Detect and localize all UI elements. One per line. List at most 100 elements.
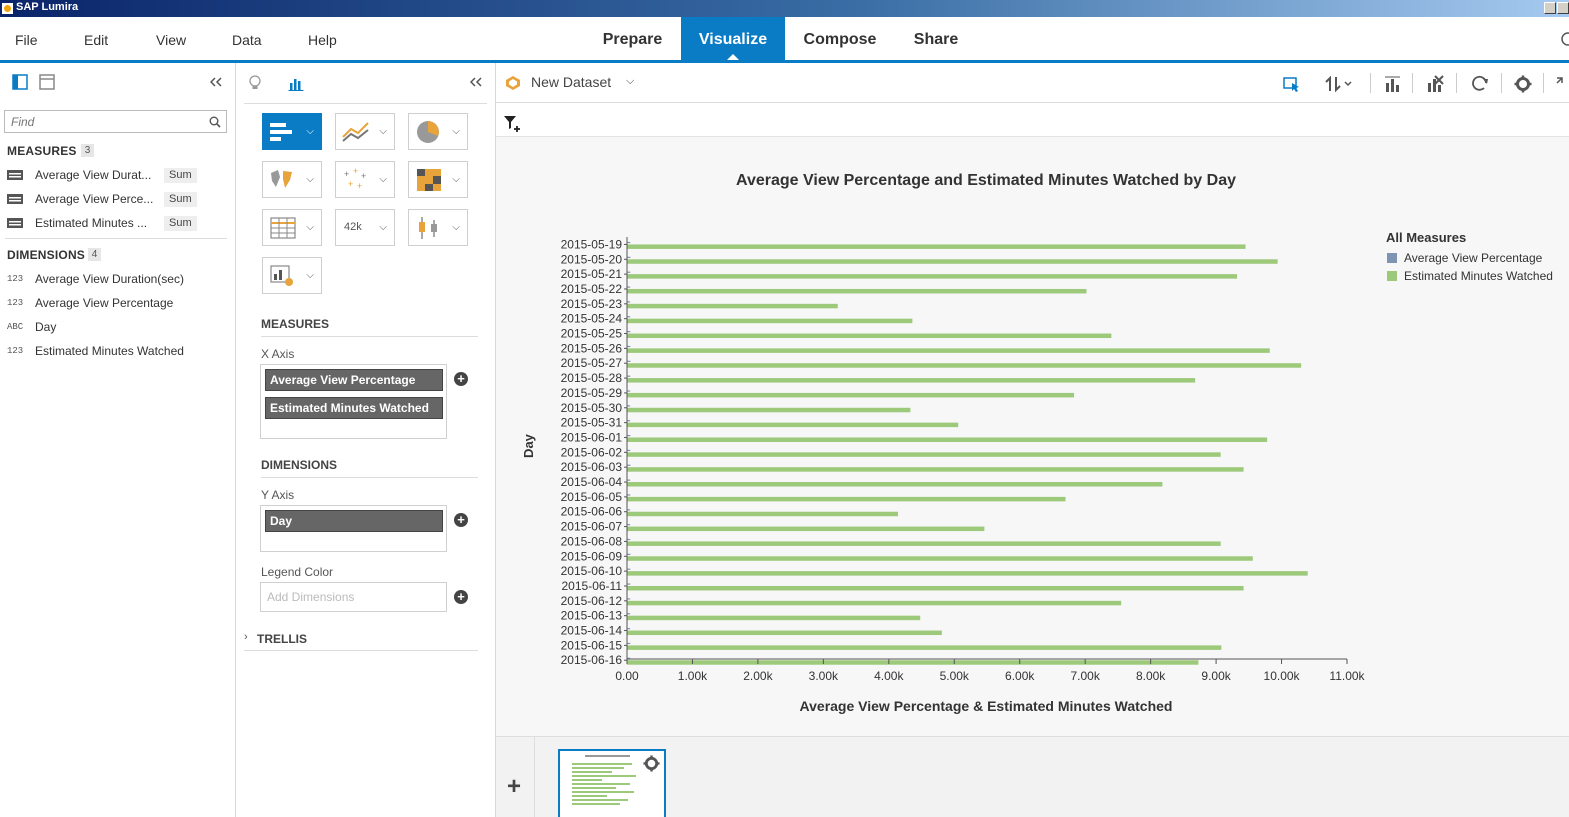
heatmap-chart-type-button[interactable]: ⌵ [408, 161, 468, 198]
legend-color-drop-zone[interactable]: Add Dimensions [260, 582, 447, 612]
bar[interactable] [627, 568, 631, 570]
scatter-chart-type-button[interactable]: + + + + + ⌵ [335, 161, 395, 198]
refresh-icon[interactable] [1471, 75, 1489, 93]
minimize-button[interactable] [1544, 2, 1556, 14]
legend-entry[interactable]: Estimated Minutes Watched [1404, 269, 1553, 283]
data-view-list-icon[interactable] [12, 74, 28, 90]
tab-compose[interactable]: Compose [795, 17, 885, 60]
bar[interactable] [627, 422, 959, 428]
bar[interactable] [627, 452, 1221, 457]
exclude-icon[interactable] [1426, 75, 1444, 93]
dimension-item[interactable]: ABC Day [0, 316, 230, 338]
bar[interactable] [627, 363, 1302, 368]
dataset-selector[interactable]: New Dataset ⌵ [531, 74, 641, 94]
menu-data[interactable]: Data [232, 32, 262, 48]
rank-chart-icon[interactable] [1384, 75, 1402, 93]
bar[interactable] [627, 345, 631, 348]
bar[interactable] [627, 434, 631, 437]
bar[interactable] [627, 256, 631, 258]
add-x-axis-icon[interactable]: + [454, 372, 468, 386]
data-view-grid-icon[interactable] [39, 74, 55, 90]
bar[interactable] [627, 553, 631, 555]
bar[interactable] [627, 526, 985, 532]
x-axis-drop-zone[interactable]: Average View Percentage Estimated Minute… [260, 364, 447, 439]
bar[interactable] [627, 630, 942, 636]
bar[interactable] [627, 467, 1244, 472]
bar[interactable] [627, 274, 1238, 279]
bar-chart-type-button[interactable]: ⌵ [262, 113, 322, 150]
dimension-item[interactable]: 123 Average View Duration(sec) [0, 268, 230, 290]
y-axis-pill[interactable]: Day [265, 510, 443, 532]
bar[interactable] [627, 571, 1308, 576]
add-visualization-button[interactable]: + [496, 737, 535, 817]
measure-item[interactable]: Average View Durat... Sum [0, 164, 230, 186]
bar[interactable] [627, 482, 1163, 487]
x-axis-pill[interactable]: Average View Percentage [265, 369, 443, 391]
bar[interactable] [627, 392, 1075, 398]
aggregation-badge[interactable]: Sum [164, 192, 197, 207]
tab-share[interactable]: Share [900, 17, 972, 60]
bar[interactable] [627, 600, 1122, 606]
dimension-item[interactable]: 123 Average View Percentage [0, 292, 230, 314]
measure-item[interactable]: Average View Perce... Sum [0, 188, 230, 210]
dimension-item[interactable]: 123 Estimated Minutes Watched [0, 340, 230, 362]
bar[interactable] [627, 333, 1112, 339]
bar[interactable] [627, 437, 1268, 442]
search-icon[interactable] [209, 116, 221, 128]
bar[interactable] [627, 556, 1253, 561]
menu-view[interactable]: View [156, 32, 186, 48]
line-chart-type-button[interactable]: ⌵ [335, 113, 395, 150]
visualization-thumbnail[interactable] [558, 749, 666, 817]
select-cursor-icon[interactable] [1283, 75, 1301, 93]
bar[interactable] [627, 585, 1244, 591]
bar[interactable] [627, 303, 838, 309]
expand-icon[interactable] [1555, 75, 1569, 93]
settings-gear-icon[interactable] [1514, 75, 1532, 93]
bar[interactable] [627, 660, 1199, 665]
menu-help[interactable]: Help [308, 32, 337, 48]
thumbnail-settings-gear-icon[interactable] [643, 755, 660, 772]
x-axis-pill[interactable]: Estimated Minutes Watched [265, 397, 443, 419]
bar[interactable] [627, 541, 1221, 546]
search-input[interactable] [5, 111, 200, 132]
box-plot-type-button[interactable]: ⌵ [408, 209, 468, 246]
bar[interactable] [627, 645, 1222, 650]
bar[interactable] [627, 464, 631, 466]
bar[interactable] [627, 271, 631, 273]
pie-chart-type-button[interactable]: ⌵ [408, 113, 468, 150]
bar[interactable] [627, 259, 1278, 264]
aggregation-badge[interactable]: Sum [164, 168, 197, 183]
trellis-toggle[interactable]: › TRELLIS [244, 631, 484, 649]
help-icon[interactable] [1560, 32, 1569, 46]
add-filter-icon[interactable] [503, 115, 521, 133]
add-y-axis-icon[interactable]: + [454, 513, 468, 527]
custom-chart-type-button[interactable]: ⌵ [262, 257, 322, 294]
bar[interactable] [627, 244, 1246, 249]
legend-entry[interactable]: Average View Percentage [1404, 251, 1543, 265]
aggregation-badge[interactable]: Sum [164, 216, 197, 231]
y-axis-drop-zone[interactable]: Day [260, 505, 447, 552]
bar[interactable] [627, 511, 898, 517]
tab-prepare[interactable]: Prepare [590, 17, 675, 60]
add-legend-color-icon[interactable]: + [454, 590, 468, 604]
bar[interactable] [627, 615, 921, 621]
chart-builder-icon[interactable] [288, 75, 304, 91]
collapse-panel-icon[interactable] [210, 77, 222, 87]
menu-edit[interactable]: Edit [84, 32, 108, 48]
bar[interactable] [627, 378, 1196, 383]
table-chart-type-button[interactable]: ⌵ [262, 209, 322, 246]
bar[interactable] [627, 348, 1270, 353]
bar[interactable] [627, 318, 913, 324]
measure-item[interactable]: Estimated Minutes ... Sum [0, 212, 230, 234]
sort-icon[interactable] [1325, 75, 1353, 93]
collapse-builder-icon[interactable] [470, 77, 482, 87]
bar[interactable] [627, 496, 1066, 502]
maximize-button[interactable] [1557, 2, 1569, 14]
bar[interactable] [627, 288, 1087, 294]
menu-file[interactable]: File [15, 32, 38, 48]
numeric-point-type-button[interactable]: 42k ⌵ [335, 209, 395, 246]
map-chart-type-button[interactable]: ⌵ [262, 161, 322, 198]
bar[interactable] [627, 407, 911, 413]
lightbulb-icon[interactable] [248, 74, 262, 92]
bar[interactable] [627, 360, 631, 362]
